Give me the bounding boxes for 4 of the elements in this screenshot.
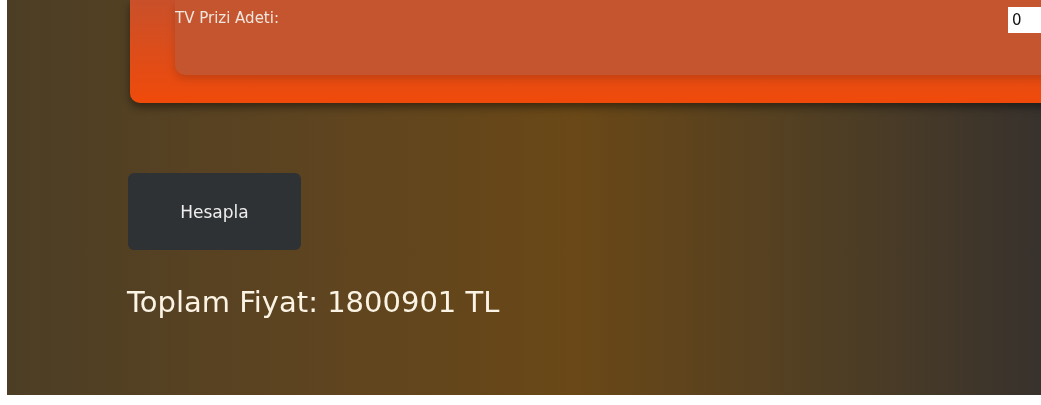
field-label: TV Prizi Adeti: (175, 9, 279, 27)
input-field[interactable]: 0 (1008, 7, 1041, 33)
total-price: Toplam Fiyat: 1800901 TL (127, 285, 500, 319)
calculate-button[interactable]: Hesapla (128, 173, 301, 250)
